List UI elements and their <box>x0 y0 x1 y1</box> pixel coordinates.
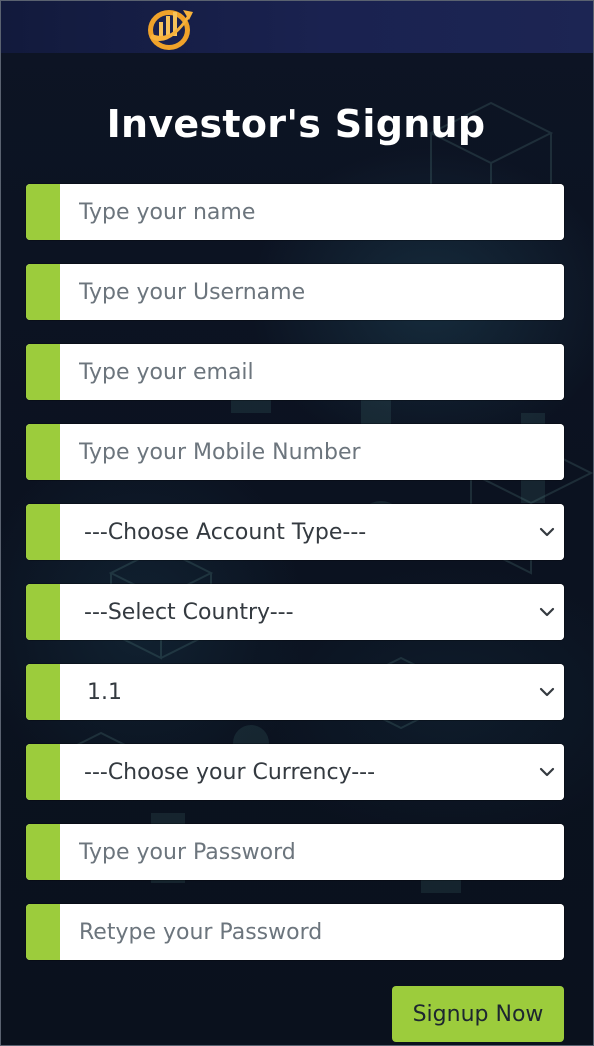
field-accent-bar <box>26 824 60 880</box>
username-field-group <box>26 264 564 320</box>
account-type-select[interactable]: ---Choose Account Type--- <box>60 504 564 560</box>
bar-chart-coin-logo-icon[interactable] <box>143 4 195 54</box>
field-accent-bar <box>26 504 60 560</box>
signup-now-button[interactable]: Signup Now <box>392 986 564 1042</box>
account-type-field-group: ---Choose Account Type--- <box>26 504 564 560</box>
field-accent-bar <box>26 904 60 960</box>
password-input[interactable] <box>60 824 564 880</box>
field-accent-bar <box>26 424 60 480</box>
mobile-field-group <box>26 424 564 480</box>
currency-select[interactable]: ---Choose your Currency--- <box>60 744 564 800</box>
retype-password-field-group <box>26 904 564 960</box>
page-background: Investor's Signup ---Choose Account Type… <box>0 0 594 1046</box>
field-accent-bar <box>26 584 60 640</box>
field-accent-bar <box>26 664 60 720</box>
country-field-group: ---Select Country--- <box>26 584 564 640</box>
email-input[interactable] <box>60 344 564 400</box>
field-accent-bar <box>26 184 60 240</box>
field-accent-bar <box>26 344 60 400</box>
password-field-group <box>26 824 564 880</box>
name-field-group <box>26 184 564 240</box>
username-input[interactable] <box>60 264 564 320</box>
field-accent-bar <box>26 264 60 320</box>
mobile-number-input[interactable] <box>60 424 564 480</box>
plan-field-group: 1.1 <box>26 664 564 720</box>
top-navigation-bar <box>1 1 593 54</box>
field-accent-bar <box>26 744 60 800</box>
name-input[interactable] <box>60 184 564 240</box>
signup-form: ---Choose Account Type--- ---Select Coun… <box>26 184 564 984</box>
plan-select[interactable]: 1.1 <box>60 664 564 720</box>
retype-password-input[interactable] <box>60 904 564 960</box>
page-title: Investor's Signup <box>106 102 486 147</box>
country-select[interactable]: ---Select Country--- <box>60 584 564 640</box>
email-field-group <box>26 344 564 400</box>
currency-field-group: ---Choose your Currency--- <box>26 744 564 800</box>
